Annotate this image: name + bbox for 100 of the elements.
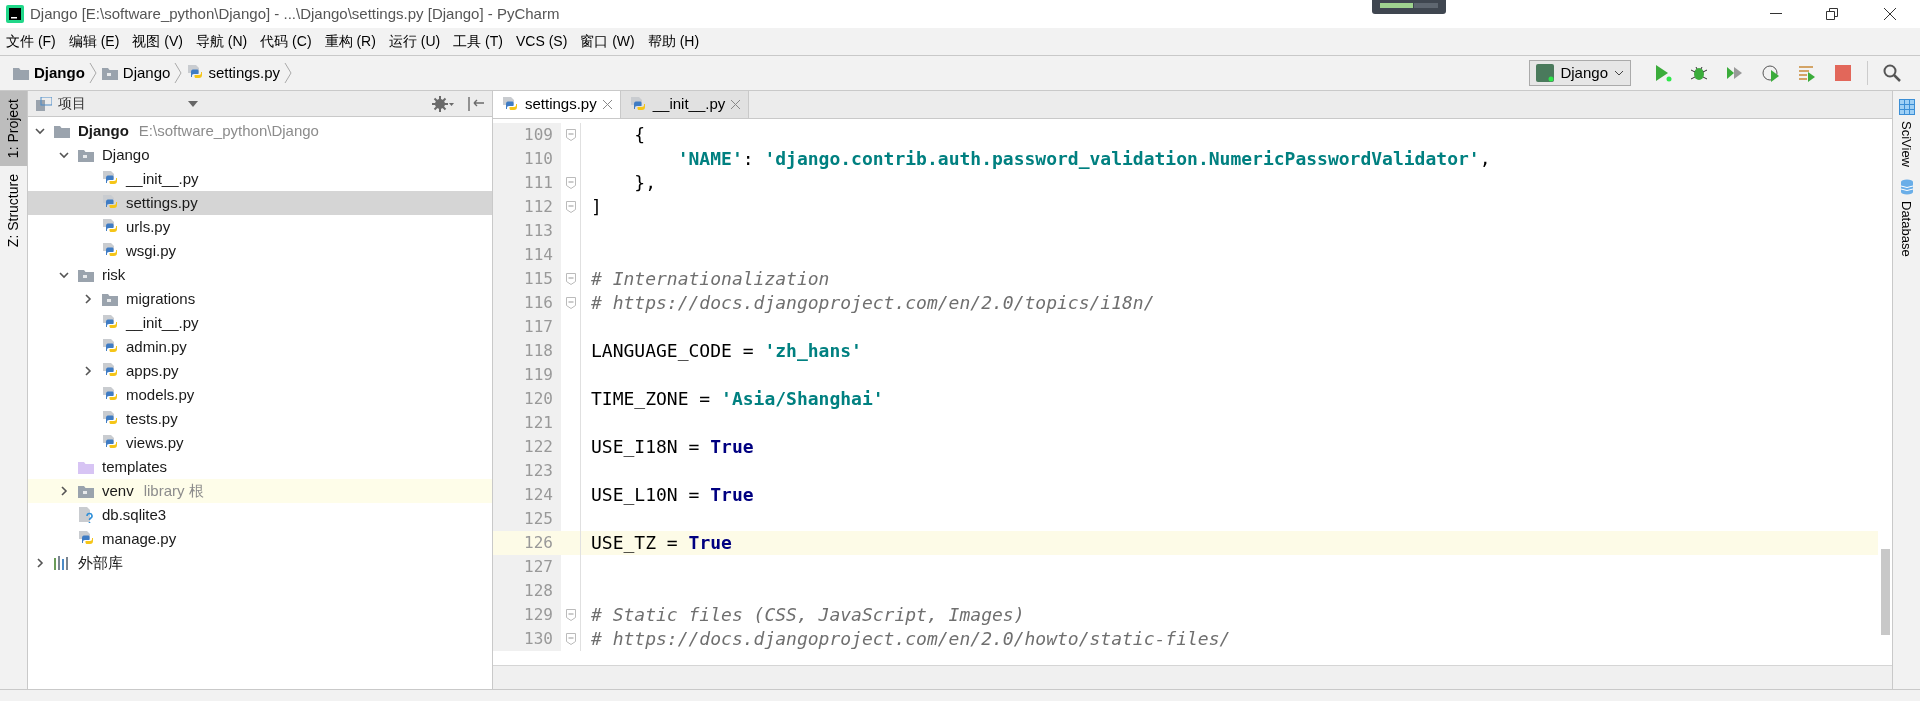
menu-item[interactable]: 编辑 (E) <box>68 31 120 52</box>
breadcrumb-separator-icon <box>174 62 183 84</box>
tree-item-label: urls.py <box>126 216 171 237</box>
fold-marker-icon[interactable] <box>565 177 576 189</box>
fold-marker-icon[interactable] <box>565 201 576 213</box>
line-number: 128 <box>493 579 561 603</box>
tool-window-tab[interactable]: SciView <box>1896 99 1917 167</box>
menu-item[interactable]: 重构 (R) <box>324 31 376 52</box>
menu-item[interactable]: 代码 (C) <box>260 31 312 52</box>
line-number: 130 <box>493 627 561 651</box>
tree-item[interactable]: db.sqlite3 <box>28 503 492 527</box>
breadcrumb-separator-icon <box>284 62 293 84</box>
profile-icon <box>1762 64 1780 82</box>
grid-icon <box>1898 99 1915 115</box>
fold-marker-icon[interactable] <box>565 633 576 645</box>
tree-item-label: wsgi.py <box>126 240 177 261</box>
tree-item[interactable]: tests.py <box>28 407 492 431</box>
tree-item[interactable]: admin.py <box>28 335 492 359</box>
tree-item[interactable]: settings.py <box>28 191 492 215</box>
tree-item[interactable]: __init__.py <box>28 167 492 191</box>
breadcrumb[interactable]: settings.py <box>208 61 281 85</box>
breadcrumb[interactable]: Django <box>122 61 171 85</box>
tree-item[interactable]: risk <box>28 263 492 287</box>
tree-item[interactable]: urls.py <box>28 215 492 239</box>
chevron-right-icon[interactable] <box>82 365 94 377</box>
menu-item[interactable]: 文件 (F) <box>6 31 56 52</box>
menu-item[interactable]: 窗口 (W) <box>580 31 635 52</box>
tree-item-note: library 根 <box>143 480 204 501</box>
line-number: 124 <box>493 483 561 507</box>
tool-window-tab[interactable]: 1: Project <box>0 91 27 167</box>
menu-item[interactable]: 工具 (T) <box>453 31 503 52</box>
collapse-icon[interactable] <box>468 96 484 111</box>
package-folder-icon <box>100 65 119 81</box>
tree-item[interactable]: venv library 根 <box>28 479 492 503</box>
code-line: # Static files (CSS, JavaScript, Images) <box>590 603 1025 627</box>
tree-item[interactable]: Django <box>28 143 492 167</box>
code-line: TIME_ZONE = 'Asia/Shanghai' <box>590 387 884 411</box>
unknown-file-icon <box>77 506 95 524</box>
code-line: 'NAME': 'django.contrib.auth.password_validation.NumericPasswordValidator', <box>676 147 1491 171</box>
tree-item-note: E:\software_python\Django <box>138 120 319 141</box>
line-number: 111 <box>493 171 561 195</box>
run-icon <box>1654 64 1672 82</box>
close-icon <box>1884 8 1896 20</box>
line-number: 127 <box>493 555 561 579</box>
run-configuration-dropdown[interactable]: Django <box>1529 60 1631 86</box>
chevron-down-icon[interactable] <box>58 149 70 161</box>
scrollbar-thumb[interactable] <box>1881 549 1890 635</box>
tool-window-tab[interactable]: Z: Structure <box>0 166 27 256</box>
close-tab-icon[interactable] <box>602 100 612 109</box>
code-line: # Internationalization <box>590 267 830 291</box>
fold-marker-icon[interactable] <box>565 297 576 309</box>
menu-item[interactable]: 导航 (N) <box>195 31 248 52</box>
tree-item[interactable]: Django E:\software_python\Django <box>28 119 492 143</box>
tree-item[interactable]: wsgi.py <box>28 239 492 263</box>
caret-icon <box>1614 70 1624 76</box>
tree-item-label: risk <box>102 264 126 285</box>
minimize-icon <box>1770 13 1782 15</box>
folder-icon <box>77 459 95 475</box>
fold-marker-icon[interactable] <box>565 273 576 285</box>
tree-item[interactable]: manage.py <box>28 527 492 551</box>
breadcrumb[interactable]: Django <box>34 61 85 85</box>
tree-item[interactable]: __init__.py <box>28 311 492 335</box>
chevron-down-icon[interactable] <box>34 125 46 137</box>
chevron-right-icon[interactable] <box>82 293 94 305</box>
editor-tab[interactable]: settings.py <box>493 91 621 118</box>
tree-item-label: db.sqlite3 <box>102 504 167 525</box>
settings-icon[interactable] <box>432 95 454 112</box>
tree-item-label: manage.py <box>102 528 177 549</box>
line-number: 122 <box>493 435 561 459</box>
fold-marker-icon[interactable] <box>565 609 576 621</box>
line-number: 118 <box>493 339 561 363</box>
tree-item[interactable]: templates <box>28 455 492 479</box>
menu-item[interactable]: 运行 (U) <box>388 31 441 52</box>
code-line: USE_I18N = True <box>590 435 754 459</box>
chevron-down-icon[interactable] <box>58 269 70 281</box>
line-number: 113 <box>493 219 561 243</box>
tree-item[interactable]: apps.py <box>28 359 492 383</box>
code-line: }, <box>633 171 657 195</box>
dropdown-caret-icon[interactable] <box>188 100 198 107</box>
tree-item-label: settings.py <box>126 192 198 213</box>
menu-item[interactable]: VCS (S) <box>515 31 568 52</box>
tool-window-tab[interactable]: Database <box>1896 179 1917 257</box>
tree-item[interactable]: 外部库 <box>28 551 492 575</box>
tree-item-label: templates <box>102 456 168 477</box>
tree-item[interactable]: migrations <box>28 287 492 311</box>
line-number: 115 <box>493 267 561 291</box>
panel-title: 项目 <box>58 94 86 113</box>
tree-item[interactable]: models.py <box>28 383 492 407</box>
line-number: 110 <box>493 147 561 171</box>
chevron-right-icon[interactable] <box>58 485 70 497</box>
list-run-icon <box>1798 64 1816 82</box>
tree-item[interactable]: views.py <box>28 431 492 455</box>
chevron-right-icon[interactable] <box>34 557 46 569</box>
menu-item[interactable]: 视图 (V) <box>132 31 183 52</box>
menu-item[interactable]: 帮助 (H) <box>647 31 700 52</box>
package-folder-icon <box>77 267 95 283</box>
breadcrumb-separator-icon <box>88 62 97 84</box>
fold-marker-icon[interactable] <box>565 129 576 141</box>
close-tab-icon[interactable] <box>731 100 741 109</box>
editor-tab[interactable]: __init__.py <box>620 91 750 118</box>
